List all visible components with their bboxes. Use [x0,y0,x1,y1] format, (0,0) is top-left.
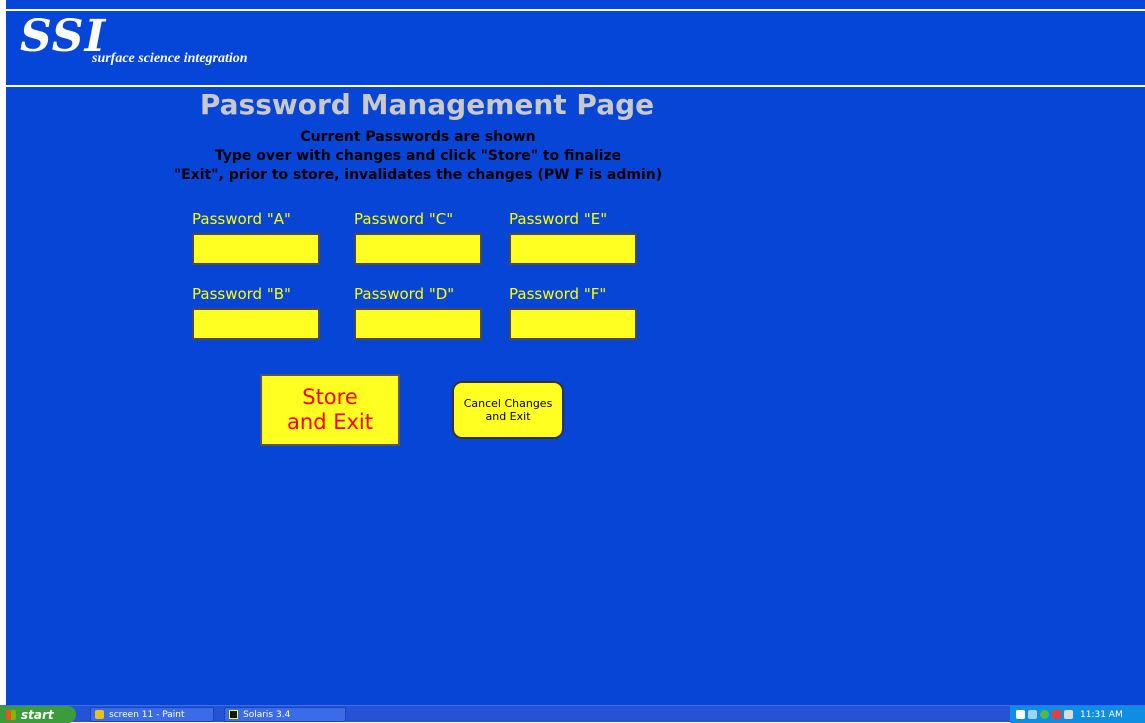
network-icon[interactable] [1028,710,1037,719]
display-icon[interactable] [1064,710,1073,719]
taskbar-item-paint[interactable]: screen 11 - Paint [90,707,214,722]
instruction-line-3: "Exit", prior to store, invalidates the … [173,167,663,183]
store-button-line-1: Store [302,384,358,409]
instruction-line-2: Type over with changes and click "Store"… [214,148,622,164]
password-d-input[interactable] [354,308,482,340]
top-strip [6,0,1145,7]
windows-logo-icon [6,709,16,720]
taskbar-item-solaris[interactable]: Solaris 3.4 [224,707,346,722]
taskbar-item-paint-label: screen 11 - Paint [109,709,185,720]
password-a-label: Password "A" [192,210,291,228]
password-a-input[interactable] [192,233,320,265]
store-button-line-2: and Exit [287,410,373,434]
system-tray: 11:31 AM [1010,706,1145,723]
store-and-exit-button[interactable]: Store and Exit [260,374,400,446]
start-label: start [21,707,54,722]
alert-icon[interactable] [1052,710,1061,719]
password-d-label: Password "D" [354,285,455,303]
password-c-label: Password "C" [354,210,454,228]
cancel-button-line-2: and Exit [485,410,531,423]
password-b-input[interactable] [192,308,320,340]
clock[interactable]: 11:31 AM [1080,710,1123,720]
instruction-line-1: Current Passwords are shown [300,129,536,145]
security-icon[interactable] [1040,710,1049,719]
password-f-input[interactable] [509,308,637,340]
taskbar-item-solaris-label: Solaris 3.4 [243,709,291,720]
help-icon[interactable] [1016,710,1025,719]
cancel-button-line-1: Cancel Changes [463,396,553,410]
password-f-label: Password "F" [509,285,607,303]
password-e-input[interactable] [509,233,637,265]
password-c-input[interactable] [354,233,482,265]
start-button[interactable]: start [0,706,76,723]
paint-icon [95,710,104,719]
cancel-changes-button[interactable]: Cancel Changes and Exit [452,381,564,439]
header-banner: SSI surface science integration [6,9,1145,87]
taskbar: start screen 11 - Paint Solaris 3.4 11:3… [0,705,1145,723]
solaris-icon [229,710,238,719]
password-e-label: Password "E" [509,210,608,228]
application-window: SSI surface science integration Password… [6,0,1145,705]
company-tagline: surface science integration [92,51,248,66]
password-b-label: Password "B" [192,285,291,303]
page-title: Password Management Page [199,88,655,121]
